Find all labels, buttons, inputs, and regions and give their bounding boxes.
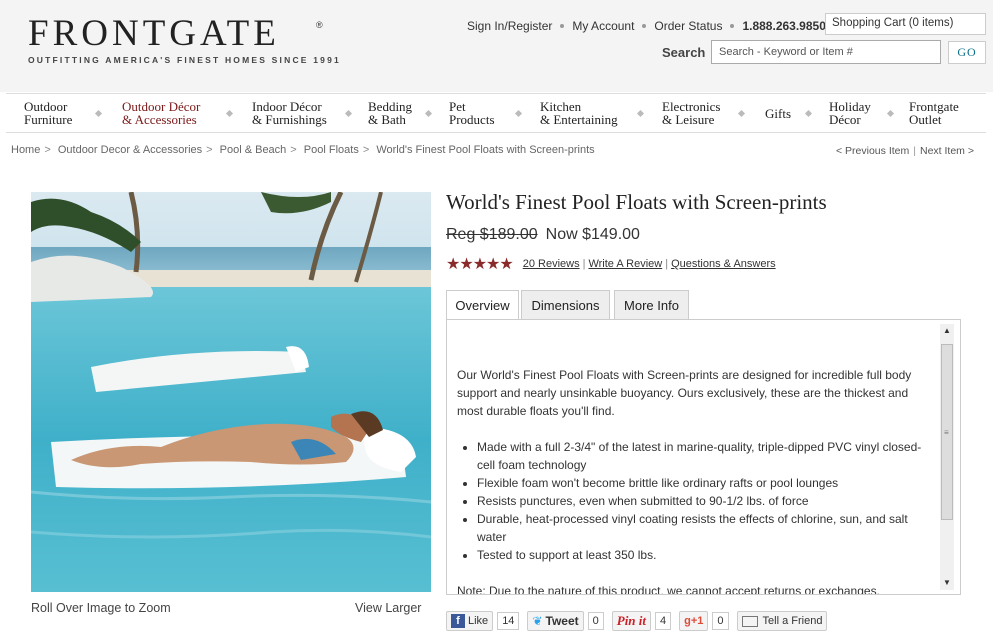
nav-frontgate-outlet[interactable]: Frontgate Outlet — [909, 100, 959, 126]
overview-panel: Our World's Finest Pool Floats with Scre… — [446, 319, 961, 595]
google-plus-icon: g — [684, 615, 691, 627]
scroll-thumb[interactable]: ≡ — [941, 344, 953, 520]
nav-kitchen-entertaining[interactable]: Kitchen & Entertaining — [540, 100, 618, 126]
list-item: Durable, heat-processed vinyl coating re… — [477, 510, 927, 546]
next-item-link[interactable]: Next Item > — [920, 145, 974, 157]
nav-pet-products[interactable]: Pet Products — [449, 100, 495, 126]
search-go-button[interactable]: GO — [948, 41, 986, 64]
logo-tagline: OUTFITTING AMERICA'S FINEST HOMES SINCE … — [28, 55, 341, 65]
order-status-link[interactable]: Order Status — [654, 19, 722, 33]
nav-separator — [225, 109, 234, 118]
facebook-like-button[interactable]: f Like — [446, 611, 494, 631]
site-header: FRONTGATE ® OUTFITTING AMERICA'S FINEST … — [0, 0, 993, 92]
gplus-count: 0 — [712, 612, 729, 630]
logo-registered-mark: ® — [316, 20, 323, 30]
panel-scrollbar[interactable]: ▲ ≡ ▼ — [940, 324, 954, 590]
sign-in-link[interactable]: Sign In/Register — [467, 19, 552, 33]
nav-separator — [344, 109, 353, 118]
reviews-link[interactable]: 20 Reviews — [523, 258, 580, 270]
questions-answers-link[interactable]: Questions & Answers — [671, 258, 776, 270]
scroll-up-arrow-icon[interactable]: ▲ — [940, 324, 954, 338]
view-larger-link[interactable]: View Larger — [355, 601, 421, 615]
list-item: Flexible foam won't become brittle like … — [477, 474, 927, 492]
breadcrumb: Home > Outdoor Decor & Accessories > Pool … — [11, 144, 595, 156]
site-logo[interactable]: FRONTGATE ® OUTFITTING AMERICA'S FINEST … — [28, 13, 341, 66]
twitter-bird-icon: ❦ — [532, 614, 543, 628]
breadcrumb-current: World's Finest Pool Floats with Screen-p… — [376, 144, 595, 156]
tell-a-friend-button[interactable]: Tell a Friend — [736, 611, 828, 631]
my-account-link[interactable]: My Account — [572, 19, 634, 33]
nav-indoor-decor[interactable]: Indoor Décor & Furnishings — [252, 100, 327, 126]
breadcrumb-pool-floats[interactable]: Pool Floats — [304, 144, 359, 156]
tweet-button[interactable]: ❦ Tweet — [527, 611, 584, 631]
rating-row: ★★★★★ 20 Reviews | Write A Review | Questi… — [446, 256, 776, 273]
item-pager: < Previous Item | Next Item > — [836, 145, 974, 157]
overview-intro: Our World's Finest Pool Floats with Scre… — [457, 368, 912, 418]
product-image[interactable] — [31, 192, 431, 592]
pin-it-button[interactable]: Pin it — [611, 611, 652, 631]
nav-separator — [424, 109, 433, 118]
list-item: Resists punctures, even when submitted t… — [477, 492, 927, 510]
write-review-link[interactable]: Write A Review — [588, 258, 662, 270]
zoom-caption: Roll Over Image to Zoom — [31, 601, 171, 615]
overview-note: Note: Due to the nature of this product,… — [457, 584, 880, 595]
nav-separator — [804, 109, 813, 118]
search-label: Search — [662, 45, 706, 60]
nav-outdoor-furniture[interactable]: Outdoor Furniture — [24, 100, 72, 126]
tweet-count: 0 — [587, 612, 604, 630]
grip-icon: ≡ — [944, 428, 949, 437]
breadcrumb-outdoor-decor[interactable]: Outdoor Decor & Accessories — [58, 144, 202, 156]
scroll-down-arrow-icon[interactable]: ▼ — [940, 576, 954, 590]
tab-more-info[interactable]: More Info — [614, 290, 689, 320]
nav-gifts[interactable]: Gifts — [765, 107, 791, 120]
like-count: 14 — [497, 612, 520, 630]
product-price: Reg $189.00 Now $149.00 — [446, 226, 640, 244]
nav-separator — [94, 109, 103, 118]
nav-separator — [886, 109, 895, 118]
star-rating-icon: ★★★★★ — [446, 256, 514, 273]
list-item: Made with a full 2-3/4" of the latest in… — [477, 438, 927, 474]
nav-separator — [737, 109, 746, 118]
overview-content: Our World's Finest Pool Floats with Scre… — [457, 366, 927, 595]
nav-separator — [636, 109, 645, 118]
sale-price: Now $149.00 — [545, 226, 640, 243]
separator-dot — [642, 24, 647, 28]
nav-electronics-leisure[interactable]: Electronics & Leisure — [662, 100, 720, 126]
tab-dimensions[interactable]: Dimensions — [521, 290, 610, 320]
product-title: World's Finest Pool Floats with Screen-p… — [446, 190, 827, 214]
logo-wordmark: FRONTGATE — [28, 13, 280, 54]
google-plus-button[interactable]: g +1 — [679, 611, 709, 631]
facebook-icon: f — [451, 614, 465, 628]
breadcrumb-home[interactable]: Home — [11, 144, 40, 156]
nav-outdoor-decor[interactable]: Outdoor Décor & Accessories — [122, 100, 200, 126]
phone-number: 1.888.263.9850 — [742, 19, 826, 33]
main-nav: Outdoor Furniture Outdoor Décor & Accessor… — [6, 93, 986, 133]
nav-bedding-bath[interactable]: Bedding & Bath — [368, 100, 412, 126]
search-input[interactable] — [711, 40, 941, 64]
pin-count: 4 — [655, 612, 672, 630]
nav-separator — [514, 109, 523, 118]
shopping-cart-button[interactable]: Shopping Cart (0 items) — [825, 13, 986, 35]
social-share-bar: f Like 14 ❦ Tweet 0 Pin it 4 g +1 0 Tell a … — [446, 611, 828, 631]
separator-dot — [560, 24, 565, 28]
list-item: Tested to support at least 350 lbs. — [477, 546, 927, 564]
tab-overview[interactable]: Overview — [446, 290, 519, 321]
breadcrumb-pool-beach[interactable]: Pool & Beach — [220, 144, 287, 156]
separator-dot — [730, 24, 735, 28]
utility-links: Sign In/Register My Account Order Status… — [467, 19, 826, 33]
regular-price: Reg $189.00 — [446, 226, 538, 243]
feature-list: Made with a full 2-3/4" of the latest in… — [457, 438, 927, 564]
nav-holiday-decor[interactable]: Holiday Décor — [829, 100, 871, 126]
previous-item-link[interactable]: < Previous Item — [836, 145, 909, 157]
envelope-icon — [741, 615, 758, 627]
